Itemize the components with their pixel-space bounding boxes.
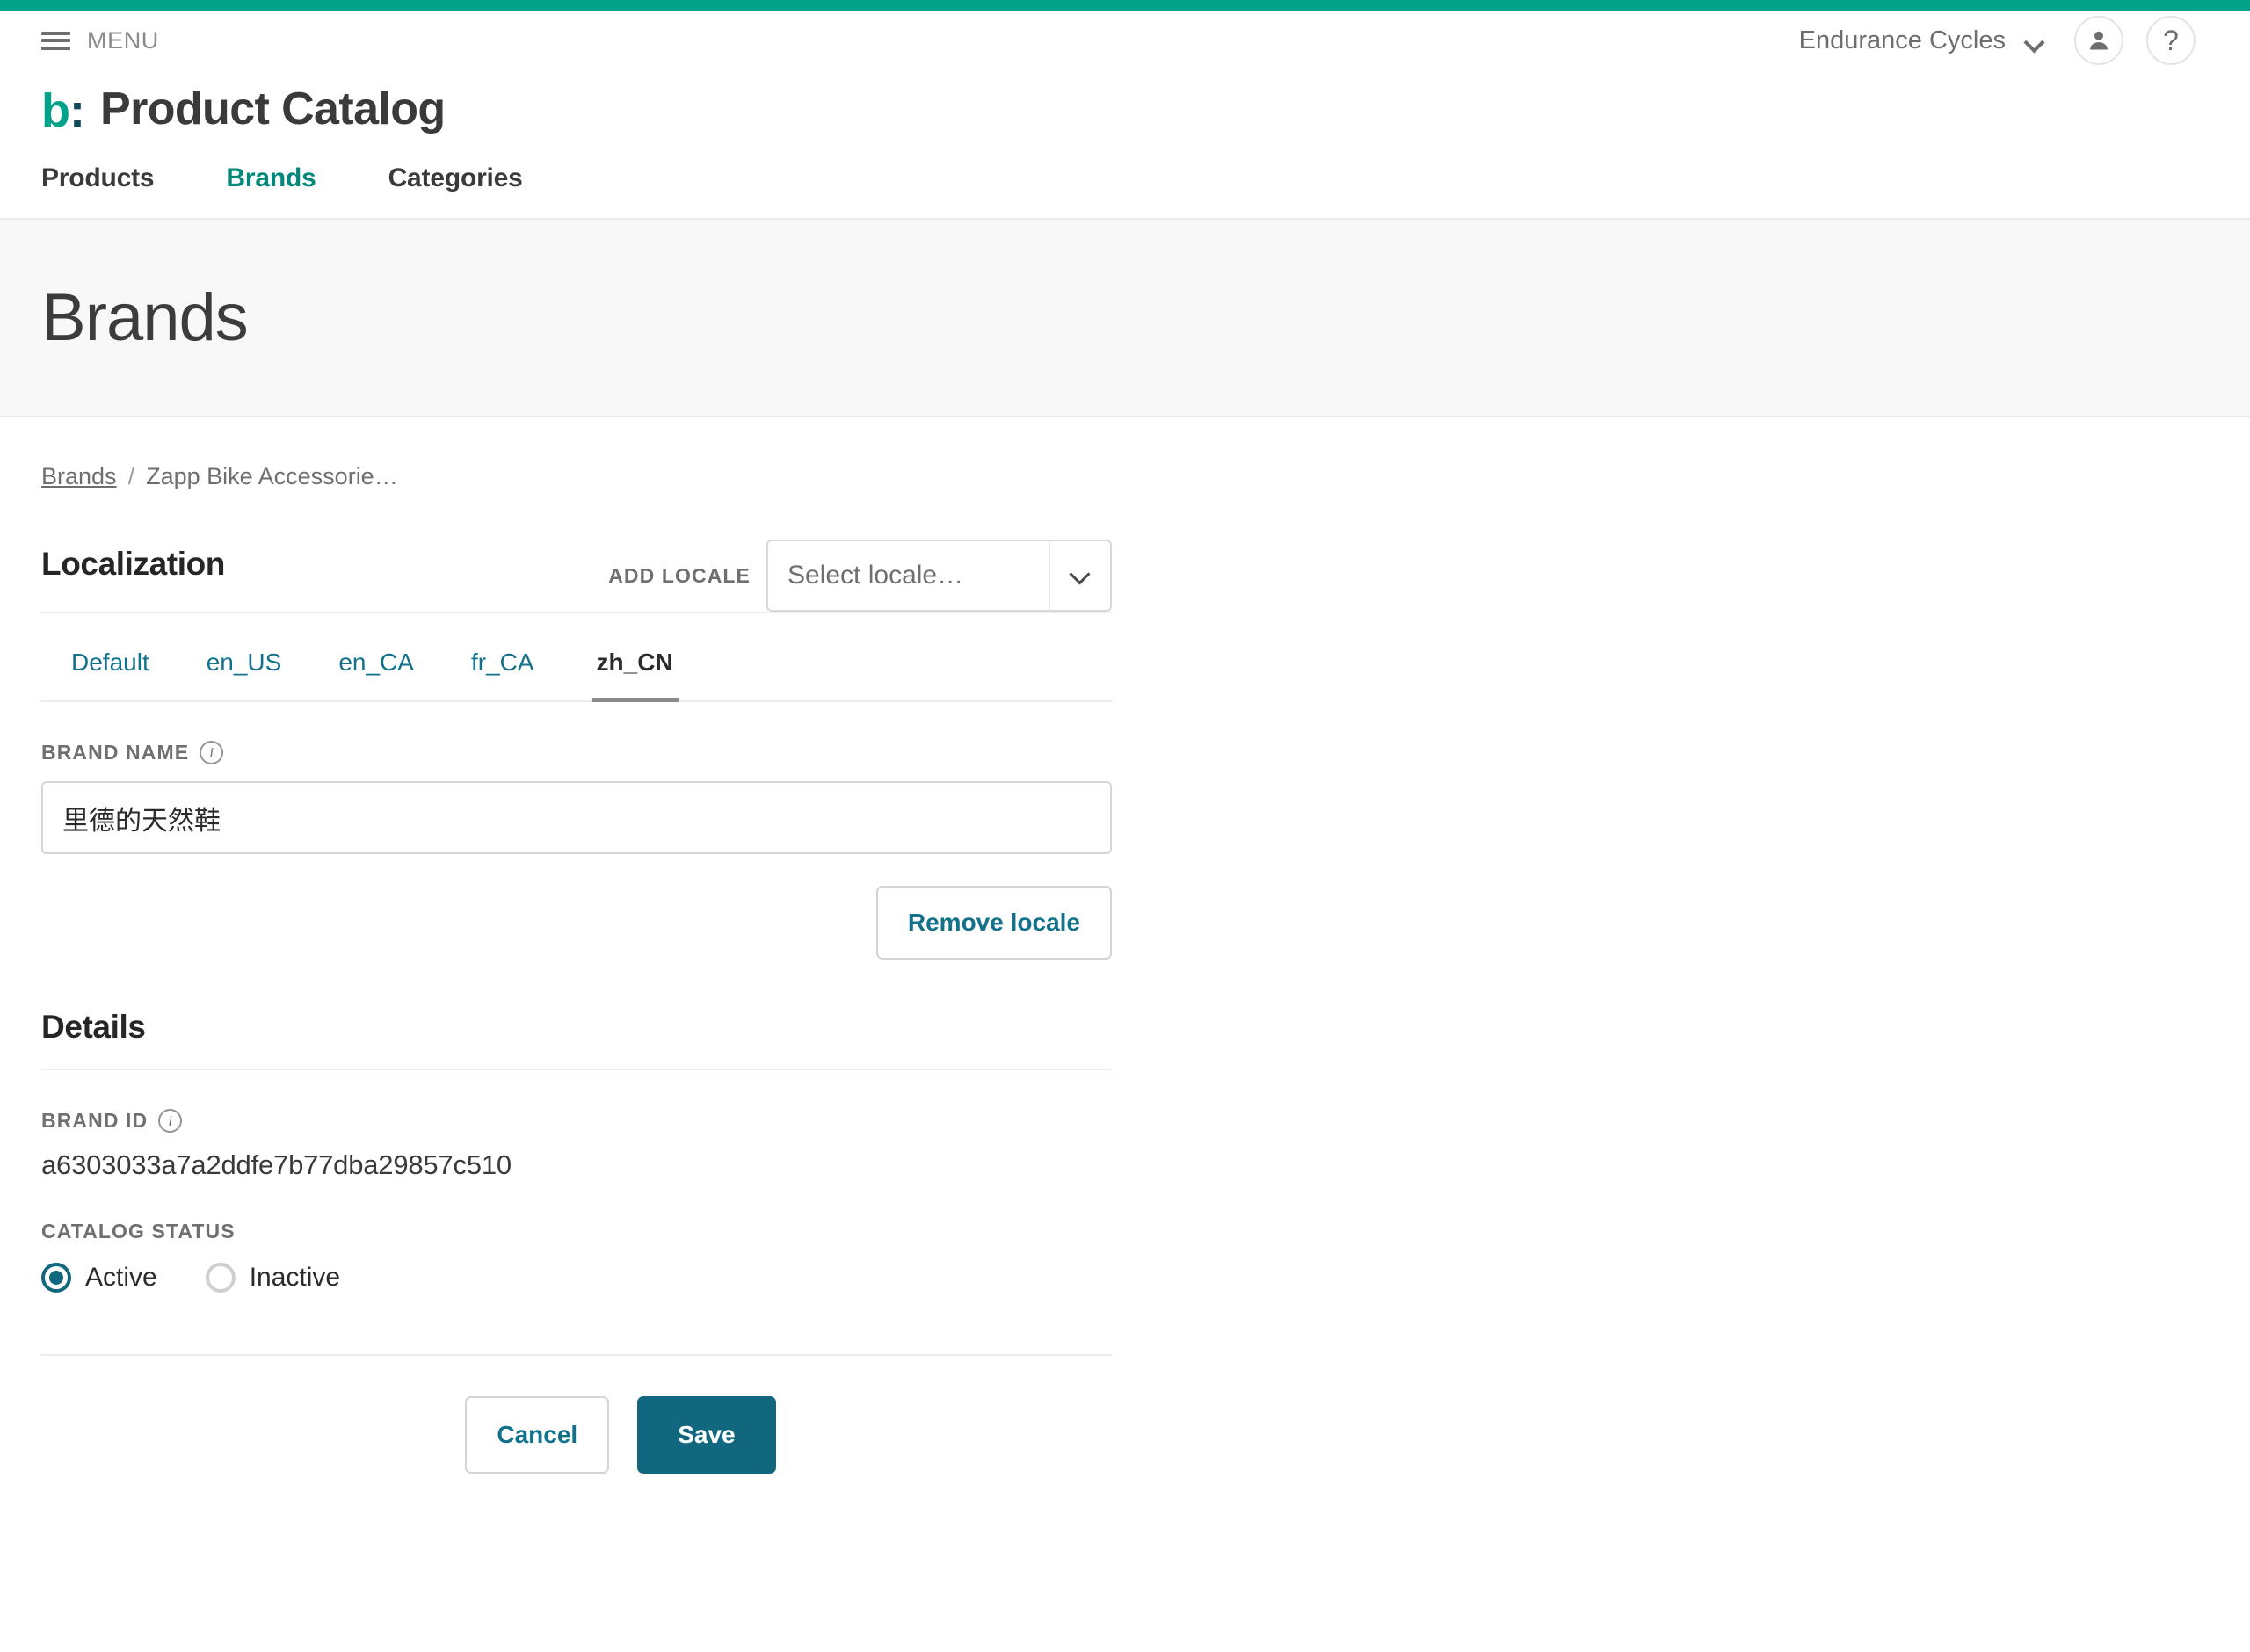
brand-name-label: BRAND NAME [41, 741, 190, 764]
breadcrumb-link-brands[interactable]: Brands [41, 463, 117, 490]
chevron-down-icon [2025, 35, 2044, 46]
details-section-header: Details [41, 1009, 1112, 1070]
locale-select-value: Select locale… [788, 561, 964, 590]
catalog-status-label-row: CATALOG STATUS [41, 1220, 1112, 1243]
details-title: Details [41, 1009, 146, 1045]
info-icon[interactable]: i [158, 1109, 183, 1133]
app-title-row: b: Product Catalog [0, 69, 2250, 137]
locale-tab-fr-ca[interactable]: fr_CA [471, 636, 534, 702]
brand-id-label-row: BRAND ID i [41, 1109, 1112, 1133]
org-name: Endurance Cycles [1798, 25, 2006, 54]
menu-button[interactable]: MENU [41, 27, 159, 54]
add-locale-label: ADD LOCALE [608, 563, 751, 587]
tab-products[interactable]: Products [41, 163, 155, 193]
primary-nav: Products Brands Categories [0, 133, 2250, 220]
locale-select-arrow[interactable] [1049, 541, 1110, 610]
person-icon [2090, 31, 2108, 50]
radio-label-inactive: Inactive [249, 1263, 341, 1292]
page-banner: Brands [0, 220, 2250, 417]
catalog-status-label: CATALOG STATUS [41, 1220, 236, 1243]
locale-select[interactable]: Select locale… [766, 540, 1112, 612]
hamburger-icon [41, 30, 70, 52]
radio-option-inactive[interactable]: Inactive [205, 1263, 341, 1293]
catalog-status-field: CATALOG STATUS Active Inactive [41, 1220, 1112, 1293]
top-accent-bar [0, 0, 2250, 11]
footer-divider [41, 1354, 1112, 1356]
brand-name-field: BRAND NAME i [41, 741, 1112, 854]
utility-header-right: Endurance Cycles ? [1799, 16, 2196, 65]
question-mark-icon: ? [2163, 25, 2179, 56]
tab-brands[interactable]: Brands [226, 163, 316, 193]
locale-tab-default[interactable]: Default [71, 636, 149, 702]
form-container: Localization ADD LOCALE Select locale… D… [0, 540, 1153, 1544]
locale-tab-en-ca[interactable]: en_CA [338, 636, 414, 702]
localization-section-header: Localization ADD LOCALE Select locale… [41, 540, 1112, 613]
org-switcher[interactable]: Endurance Cycles [1799, 26, 2051, 55]
remove-locale-button[interactable]: Remove locale [875, 886, 1112, 960]
locale-tab-list: Default en_US en_CA fr_CA zh_CN [41, 636, 1112, 702]
brand-logo-icon: b: [41, 84, 85, 137]
catalog-status-radio-group: Active Inactive [41, 1263, 1112, 1293]
breadcrumb: Brands / Zapp Bike Accessorie… [0, 417, 2250, 490]
menu-label: MENU [87, 26, 159, 54]
account-button[interactable] [2074, 16, 2123, 65]
remove-locale-row: Remove locale [41, 886, 1112, 960]
page-title: Product Catalog [99, 83, 446, 134]
localization-title: Localization [41, 546, 225, 582]
add-locale-group: ADD LOCALE Select locale… [608, 540, 1112, 612]
page-heading: Brands [41, 279, 249, 355]
tab-categories[interactable]: Categories [388, 163, 523, 193]
locale-tab-en-us[interactable]: en_US [207, 636, 282, 702]
brand-id-label: BRAND ID [41, 1109, 149, 1132]
brand-id-field: BRAND ID i a6303033a7a2ddfe7b77dba29857c… [41, 1109, 1112, 1181]
breadcrumb-separator: / [127, 463, 135, 489]
chevron-down-icon [1071, 567, 1089, 584]
help-button[interactable]: ? [2146, 16, 2196, 65]
footer-actions: Cancel Save [41, 1396, 1112, 1544]
locale-tab-zh-cn[interactable]: zh_CN [591, 636, 679, 702]
radio-option-active[interactable]: Active [41, 1263, 157, 1293]
cancel-button[interactable]: Cancel [465, 1396, 610, 1474]
utility-header: MENU Endurance Cycles ? [0, 11, 2250, 69]
brand-name-label-row: BRAND NAME i [41, 741, 1112, 764]
save-button[interactable]: Save [637, 1396, 776, 1474]
brand-name-input[interactable] [41, 781, 1112, 854]
brand-id-value: a6303033a7a2ddfe7b77dba29857c510 [41, 1149, 512, 1180]
radio-indicator-inactive [205, 1263, 236, 1293]
radio-label-active: Active [85, 1263, 157, 1292]
breadcrumb-current: Zapp Bike Accessorie… [146, 463, 398, 489]
radio-indicator-active [41, 1263, 71, 1293]
info-icon[interactable]: i [200, 741, 224, 764]
